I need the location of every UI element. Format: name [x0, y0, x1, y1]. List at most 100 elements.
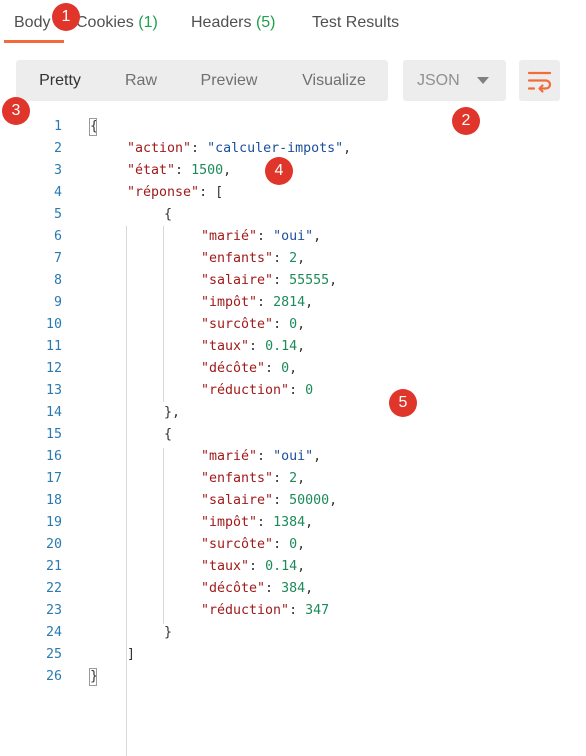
code-line: 18 "salaire": 50000, [0, 490, 586, 512]
code-line: 21 "taux": 0.14, [0, 556, 586, 578]
format-dropdown[interactable]: JSON [403, 60, 506, 101]
json-punctuation: ] [127, 647, 136, 662]
tab-body-label: Body [14, 14, 51, 31]
json-punctuation: , [305, 581, 314, 596]
json-string: "oui" [273, 449, 314, 464]
response-tabs: Body Cookies (1) Headers (5) Test Result… [0, 0, 586, 46]
line-number: 8 [53, 273, 62, 288]
json-number: 50000 [289, 493, 330, 508]
json-punctuation: : [175, 163, 192, 178]
json-punctuation: : [289, 383, 306, 398]
tab-headers[interactable]: Headers (5) [191, 14, 276, 32]
code-text: "marié": "oui", [201, 446, 321, 468]
json-key: "réponse" [127, 185, 200, 200]
json-punctuation: , [289, 361, 298, 376]
annotation-badge-4: 4 [265, 157, 293, 185]
preview-button[interactable]: Preview [178, 60, 280, 101]
code-line: 5{ [0, 204, 586, 226]
code-line: 26} [0, 666, 586, 688]
code-text: "réduction": 0 [201, 380, 313, 402]
code-line: 25] [0, 644, 586, 666]
json-key: "décôte" [201, 361, 266, 376]
code-line: 20 "surcôte": 0, [0, 534, 586, 556]
json-key: "impôt" [201, 515, 258, 530]
json-number: 0 [289, 317, 298, 332]
line-number: 11 [45, 339, 62, 354]
wrap-lines-button[interactable] [519, 60, 560, 101]
code-text: "taux": 0.14, [201, 336, 305, 358]
code-text: "décôte": 0, [201, 358, 297, 380]
json-punctuation: : [257, 229, 274, 244]
json-string: "calculer-impots" [207, 141, 344, 156]
json-number: 347 [305, 603, 330, 618]
code-text: "réduction": 347 [201, 600, 329, 622]
json-punctuation: { [164, 207, 173, 222]
raw-button[interactable]: Raw [104, 60, 178, 101]
json-punctuation: , [297, 471, 306, 486]
line-number: 26 [45, 669, 62, 684]
line-number: 18 [45, 493, 62, 508]
json-key: "réduction" [201, 383, 290, 398]
code-line: 10 "surcôte": 0, [0, 314, 586, 336]
line-number: 7 [53, 251, 62, 266]
json-key: "état" [127, 163, 176, 178]
code-text: "état": 1500, [127, 160, 231, 182]
json-punctuation: , [223, 163, 232, 178]
annotation-badge-2: 2 [452, 107, 480, 135]
line-number: 19 [45, 515, 62, 530]
code-line: 11 "taux": 0.14, [0, 336, 586, 358]
code-text: "enfants": 2, [201, 248, 305, 270]
tab-body[interactable]: Body [14, 14, 50, 32]
code-line: 22 "décôte": 384, [0, 578, 586, 600]
json-punctuation: : [191, 141, 208, 156]
json-punctuation: : [257, 449, 274, 464]
tab-cookies[interactable]: Cookies (1) [76, 14, 158, 32]
json-number: 384 [281, 581, 306, 596]
json-punctuation: : [257, 515, 274, 530]
json-punctuation: , [313, 449, 322, 464]
json-punctuation: : [249, 559, 266, 574]
pretty-button[interactable]: Pretty [16, 60, 104, 101]
code-text: } [164, 622, 172, 644]
json-punctuation: }, [164, 405, 181, 420]
line-number: 6 [53, 229, 62, 244]
code-line: 7 "enfants": 2, [0, 248, 586, 270]
code-line: 15 { [0, 424, 586, 446]
line-number: 14 [45, 405, 62, 420]
json-key: "salaire" [201, 273, 274, 288]
code-line: 23 "réduction": 347 [0, 600, 586, 622]
json-punctuation: : [249, 339, 266, 354]
line-number: 15 [45, 427, 62, 442]
code-text: ] [127, 644, 135, 666]
json-number: 1500 [191, 163, 224, 178]
json-punctuation: , [297, 317, 306, 332]
line-number: 23 [45, 603, 62, 618]
json-punctuation: , [305, 295, 314, 310]
annotation-badge-5: 5 [389, 389, 417, 417]
code-text: "taux": 0.14, [201, 556, 305, 578]
line-number: 5 [53, 207, 62, 222]
code-text: { [164, 204, 172, 226]
json-key: "taux" [201, 559, 250, 574]
json-punctuation: : [273, 273, 290, 288]
line-number: 22 [45, 581, 62, 596]
code-text: "impôt": 1384, [201, 512, 313, 534]
visualize-button[interactable]: Visualize [280, 60, 388, 101]
tab-test-results[interactable]: Test Results [312, 14, 399, 32]
json-punctuation: , [297, 537, 306, 552]
active-tab-indicator [4, 40, 64, 43]
json-number: 0 [281, 361, 290, 376]
bracket-match-highlight [89, 668, 97, 686]
json-key: "marié" [201, 229, 258, 244]
view-mode-selector: Pretty Raw Preview Visualize [16, 60, 388, 101]
json-key: "enfants" [201, 471, 274, 486]
code-text: "action": "calculer-impots", [127, 138, 351, 160]
line-number: 2 [53, 141, 62, 156]
code-text: }, [164, 402, 180, 424]
code-line: 24} [0, 622, 586, 644]
json-key: "surcôte" [201, 317, 274, 332]
json-number: 0 [305, 383, 314, 398]
code-text: "marié": "oui", [201, 226, 321, 248]
json-punctuation: : [273, 471, 290, 486]
code-line: 1{ [0, 116, 586, 138]
